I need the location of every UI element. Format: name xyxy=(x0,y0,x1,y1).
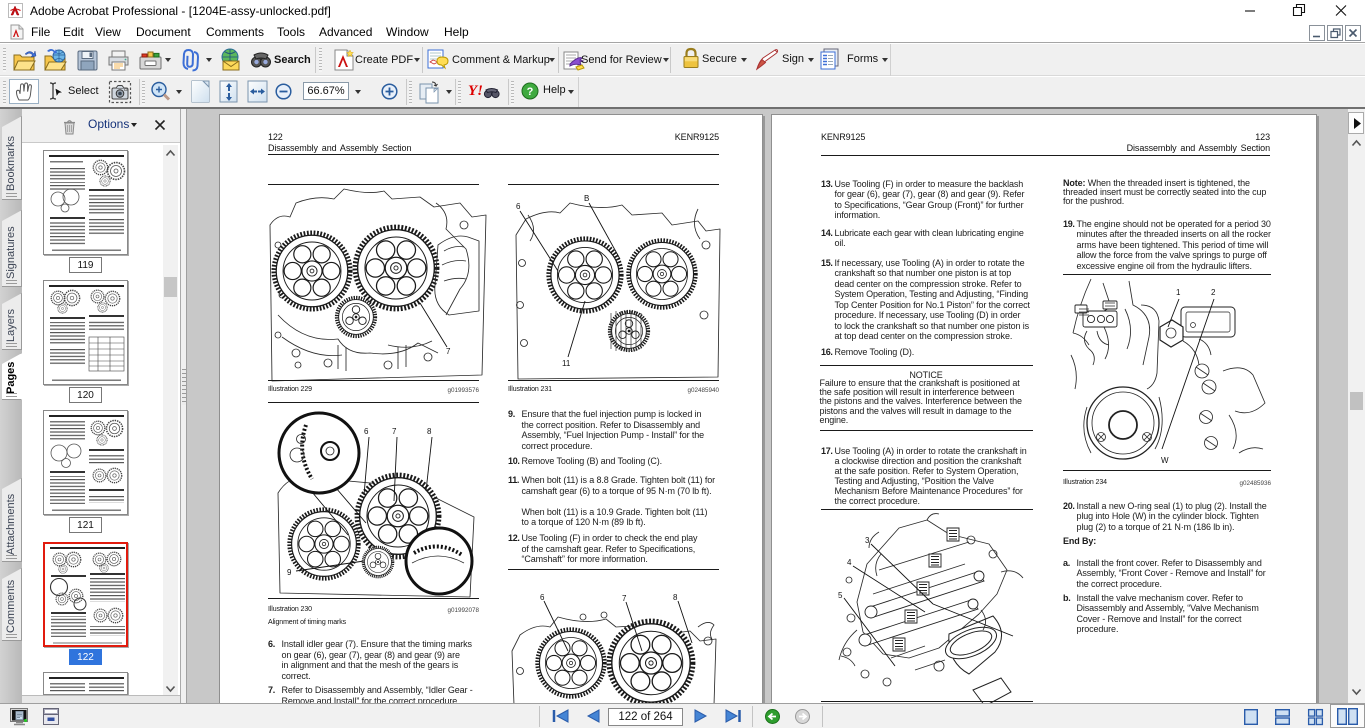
svg-text:7: 7 xyxy=(446,347,451,356)
svg-text:9: 9 xyxy=(287,568,292,577)
svg-text:?: ? xyxy=(527,86,534,98)
svg-text:4: 4 xyxy=(847,558,852,567)
svg-text:W: W xyxy=(1161,456,1169,465)
svg-text:8: 8 xyxy=(673,593,678,602)
svg-text:1: 1 xyxy=(1176,288,1181,297)
svg-text:6: 6 xyxy=(364,427,369,436)
svg-text:11: 11 xyxy=(562,359,571,368)
svg-text:3: 3 xyxy=(865,536,870,545)
svg-text:2: 2 xyxy=(1211,288,1216,297)
svg-text:6: 6 xyxy=(540,593,545,602)
svg-text:B: B xyxy=(584,194,589,203)
svg-text:7: 7 xyxy=(392,427,397,436)
svg-text:8: 8 xyxy=(427,427,432,436)
svg-text:5: 5 xyxy=(838,591,843,600)
svg-text:7: 7 xyxy=(622,594,627,603)
svg-text:6: 6 xyxy=(516,202,521,211)
